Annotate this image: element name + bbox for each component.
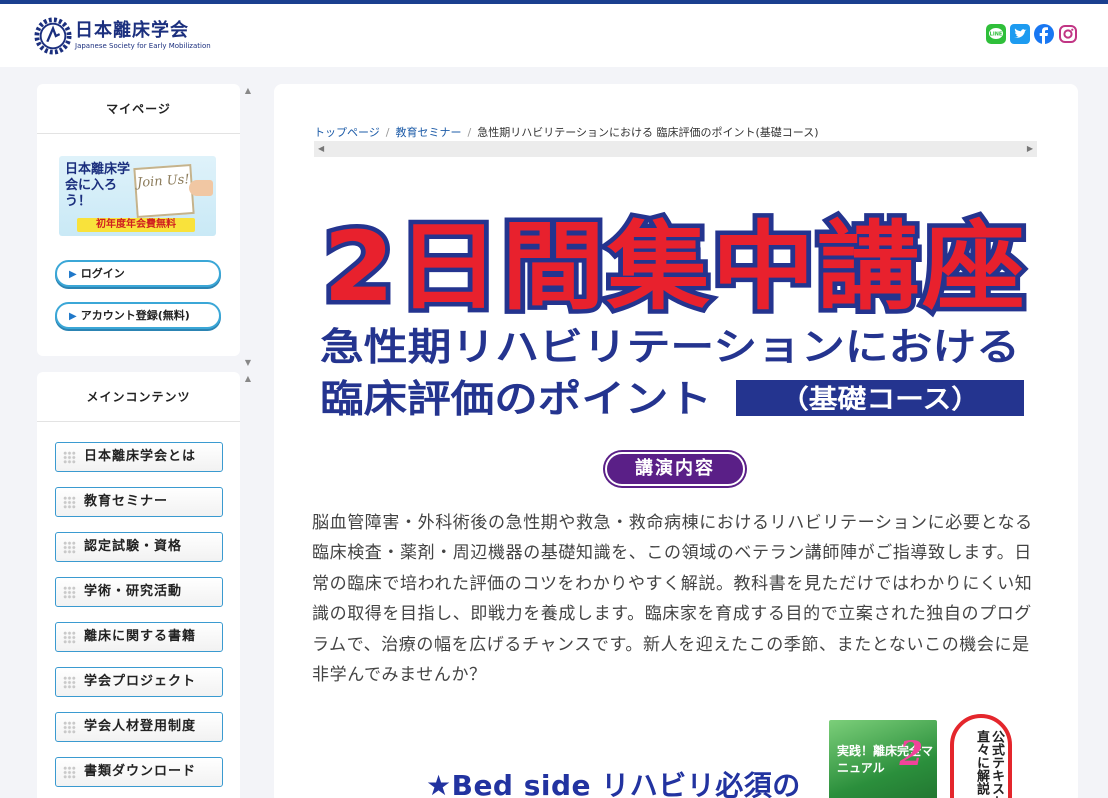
main-contents-title: メインコンテンツ [37,372,240,422]
scroll-up-icon[interactable]: ▲ [242,86,254,96]
grid-icon [63,766,76,779]
sidebar-item-downloads[interactable]: 書類ダウンロード [55,757,223,787]
text-subtitle: ★Bed side リハビリ必須の [426,769,801,798]
logo-gear-icon [34,17,72,55]
hand-icon [189,180,213,196]
breadcrumb-home[interactable]: トップページ [314,126,380,139]
seminar-hero-banner: 2日間集中講座 急性期リハビリテーションにおける 臨床評価のポイント （基礎コー… [319,207,1030,422]
hero-line1: 急性期リハビリテーションにおける [320,325,1020,369]
sidebar-item-about[interactable]: 日本離床学会とは [55,442,223,472]
banner-band: 初年度年会費無料 [77,218,195,232]
breadcrumb-section[interactable]: 教育セミナー [396,126,462,139]
grid-icon [63,631,76,644]
logo-subtitle: Japanese Society for Early Mobilization [75,42,211,50]
sidebar-item-seminar[interactable]: 教育セミナー [55,487,223,517]
breadcrumb: トップページ / 教育セミナー / 急性期リハビリテーションにおける 臨床評価のポイント… [314,126,819,139]
mypage-title: マイページ [37,84,240,134]
main-content: トップページ / 教育セミナー / 急性期リハビリテーションにおける 臨床評価のポイント… [274,84,1078,798]
banner-text: 日本離床学会に入ろう！ [65,162,131,209]
hero-headline: 2日間集中講座 [323,211,1027,323]
sidebar-item-books[interactable]: 離床に関する書籍 [55,622,223,652]
sidebar-item-talent[interactable]: 学会人材登用制度 [55,712,223,742]
grid-icon [63,676,76,689]
grid-icon [63,541,76,554]
grid-icon [63,496,76,509]
svg-text:LINE: LINE [990,32,1003,38]
main-contents-panel: メインコンテンツ 日本離床学会とは 教育セミナー 認定試験・資格 学術・研究活動… [37,372,240,798]
instagram-icon[interactable] [1058,24,1078,44]
play-icon: ▶ [69,269,77,280]
seminar-description: 脳血管障害・外科術後の急性期や救急・救命病棟におけるリハビリテーションに必要とな… [312,513,1033,686]
login-button[interactable]: ▶ ログイン [55,260,221,287]
sidebar-item-projects[interactable]: 学会プロジェクト [55,667,223,697]
social-links: LINE [986,24,1078,44]
section-badge: 講演内容 [605,452,745,486]
mypage-scrollbar[interactable]: ▲ ▼ [242,86,254,368]
register-button[interactable]: ▶ アカウント登録(無料) [55,302,221,329]
mypage-panel: マイページ 日本離床学会に入ろう！ Join Us! 初年度年会費無料 ▶ ログイ… [37,84,240,356]
breadcrumb-scrollbar[interactable]: ◀ ▶ [314,141,1037,157]
scroll-up-icon[interactable]: ▲ [242,374,254,384]
join-banner[interactable]: 日本離床学会に入ろう！ Join Us! 初年度年会費無料 [59,156,216,236]
grid-icon [63,586,76,599]
logo-title: 日本離床学会 [75,20,189,41]
play-icon: ▶ [69,311,77,322]
scroll-down-icon[interactable]: ▼ [242,358,254,368]
banner-board: Join Us! [133,164,195,218]
hero-line2: 臨床評価のポイント [320,377,712,421]
twitter-icon[interactable] [1010,24,1030,44]
textbook-cover[interactable]: 実践！離床完全マニュアル 2 [829,720,937,798]
grid-icon [63,451,76,464]
breadcrumb-current: 急性期リハビリテーションにおける 臨床評価のポイント(基礎コース) [477,126,819,139]
official-text-callout: 公式テキスト直々に解説 [950,714,1012,798]
sidebar-item-research[interactable]: 学術・研究活動 [55,577,223,607]
grid-icon [63,721,76,734]
hero-course: （基礎コース） [780,385,980,415]
sidebar-item-certification[interactable]: 認定試験・資格 [55,532,223,562]
main-contents-scrollbar[interactable]: ▲ [242,374,254,798]
site-logo[interactable]: 日本離床学会 Japanese Society for Early Mobili… [34,17,211,55]
line-icon[interactable]: LINE [986,24,1006,44]
scroll-left-icon[interactable]: ◀ [318,141,324,157]
scroll-right-icon[interactable]: ▶ [1027,141,1033,157]
facebook-icon[interactable] [1034,24,1054,44]
site-header: 日本離床学会 Japanese Society for Early Mobili… [0,4,1108,67]
